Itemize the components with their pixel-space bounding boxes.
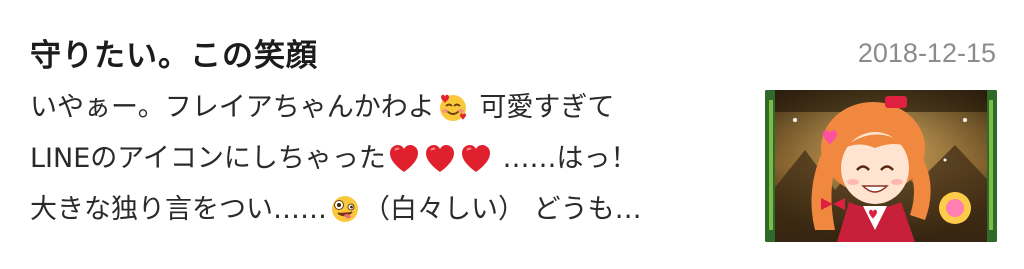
excerpt-line-3-text-a: 大きな独り言をつい…… xyxy=(30,194,327,225)
red-heart-icon xyxy=(460,144,492,188)
entry-title[interactable]: 守りたい。この笑顔 xyxy=(30,30,318,75)
excerpt-line-2: LINEのアイコンにしちゃった ……はっ！ xyxy=(30,137,740,188)
smiling-face-with-hearts-icon xyxy=(437,91,469,137)
anime-girl-thumbnail-image xyxy=(765,90,997,242)
red-heart-icon xyxy=(424,144,456,188)
red-heart-icon xyxy=(388,144,420,188)
entry-thumbnail[interactable] xyxy=(765,90,997,242)
excerpt-line-3: 大きな独り言をつい…… （白々しい） どうも… xyxy=(30,188,740,239)
excerpt-line-2-text-a: LINEのアイコンにしちゃった xyxy=(30,143,386,174)
entry-excerpt: いやぁー。フレイアちゃんかわよ 可愛すぎて LINEのアイコンにしちゃった ……… xyxy=(30,86,740,239)
excerpt-line-1-text-b: 可愛すぎて xyxy=(470,92,615,123)
entry-date: 2018-12-15 xyxy=(857,38,996,68)
excerpt-line-3-text-b: （白々しい） どうも… xyxy=(363,194,642,225)
excerpt-line-1: いやぁー。フレイアちゃんかわよ 可愛すぎて xyxy=(30,86,740,137)
excerpt-line-2-text-b: ……はっ！ xyxy=(493,143,638,174)
blog-entry-card[interactable]: 守りたい。この笑顔 2018-12-15 いやぁー。フレイアちゃんかわよ 可愛す… xyxy=(0,0,1024,269)
zany-face-icon xyxy=(329,193,361,239)
excerpt-line-1-text-a: いやぁー。フレイアちゃんかわよ xyxy=(30,92,435,123)
